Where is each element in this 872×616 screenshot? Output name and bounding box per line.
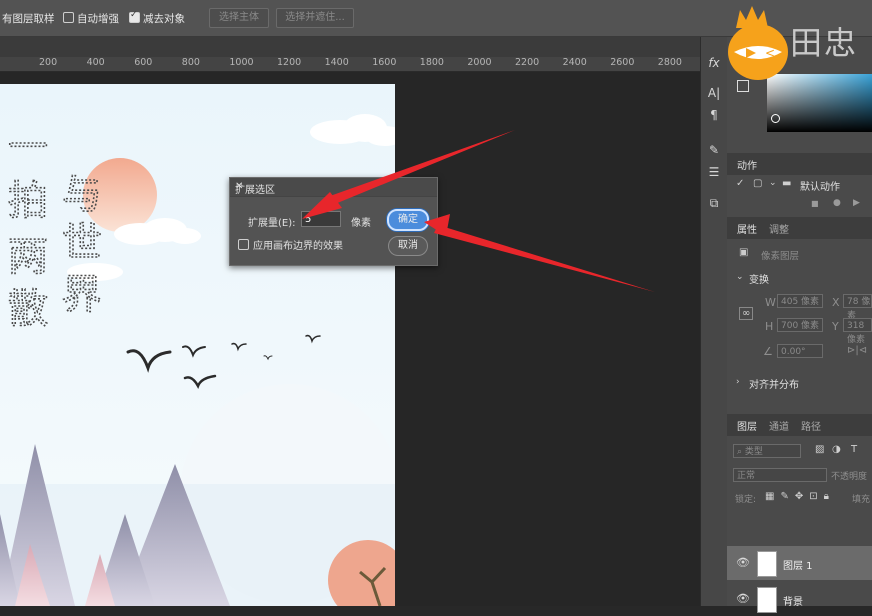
arrow-to-ok bbox=[434, 225, 655, 292]
arrow-to-input bbox=[330, 130, 515, 204]
annotation-arrows bbox=[302, 130, 655, 292]
